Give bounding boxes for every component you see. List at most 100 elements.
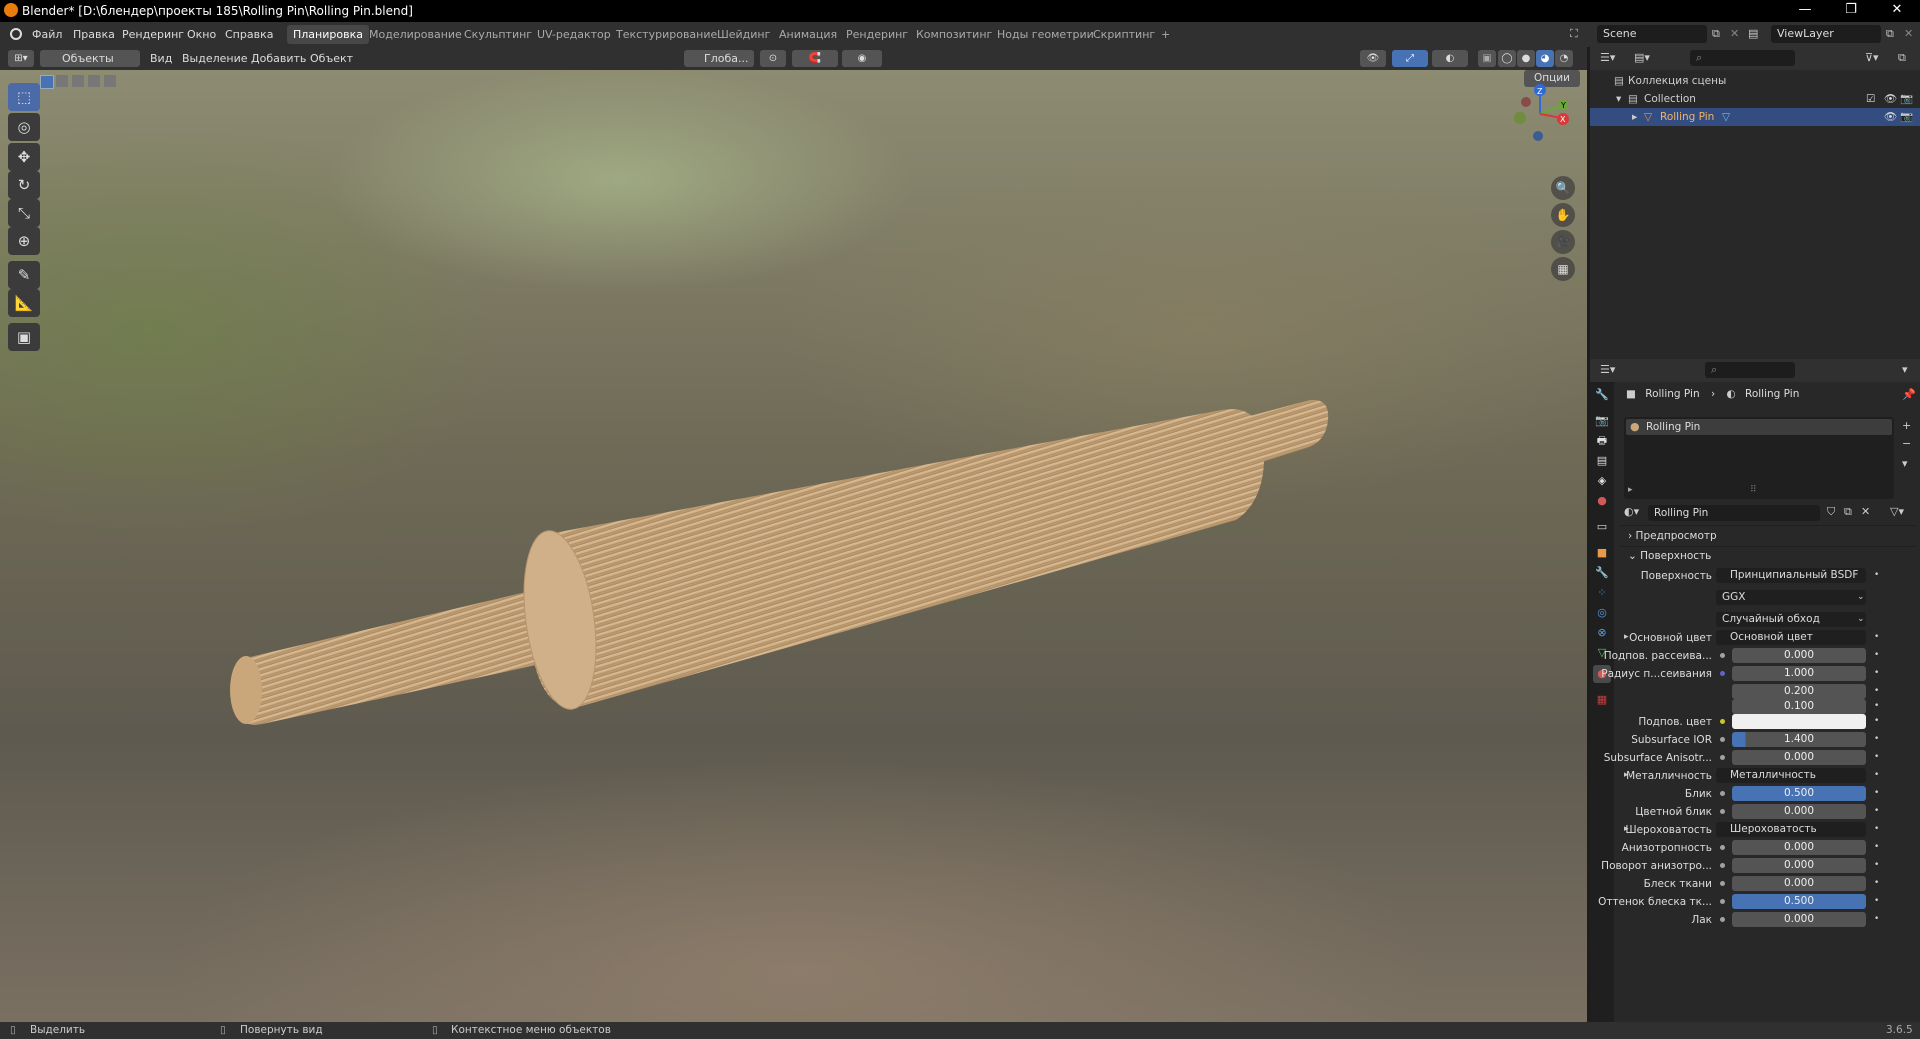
collapse-arrow-icon[interactable]: ▾ xyxy=(1616,90,1621,108)
color-swatch[interactable] xyxy=(1732,714,1866,729)
modifier-tab-icon[interactable]: 🔧 xyxy=(1593,564,1611,582)
view-layer-selector[interactable]: ViewLayer xyxy=(1771,25,1881,43)
scene-selector[interactable]: Scene xyxy=(1597,25,1707,43)
numeric-field[interactable]: 1.400 xyxy=(1732,732,1866,747)
xray-icon[interactable]: ▣ xyxy=(1478,50,1496,67)
list-expand-icon[interactable]: ▸ xyxy=(1628,485,1633,495)
overlay-toggle-icon[interactable]: ◐ xyxy=(1432,50,1468,67)
solid-shading-icon[interactable]: ● xyxy=(1517,50,1535,67)
tool-tab-icon[interactable]: 🔧 xyxy=(1593,386,1611,404)
keyframe-dot-icon[interactable]: • xyxy=(1874,878,1879,888)
numeric-field[interactable]: 0.000 xyxy=(1732,858,1866,873)
include-checkbox-icon[interactable]: ☑ xyxy=(1866,90,1875,108)
duplicate-material-icon[interactable]: ⧉ xyxy=(1844,505,1852,519)
add-slot-icon[interactable]: + xyxy=(1902,419,1911,432)
restore-button[interactable]: ❐ xyxy=(1828,0,1874,22)
pivot-point-icon[interactable]: ⊙ xyxy=(760,50,786,67)
world-tab-icon[interactable]: ● xyxy=(1593,492,1611,510)
keyframe-dot-icon[interactable]: • xyxy=(1874,806,1879,816)
tab-scripting[interactable]: Скриптинг xyxy=(1087,25,1161,44)
material-browse-icon[interactable]: ◐▾ xyxy=(1624,505,1639,518)
rendered-shading-icon[interactable]: ◔ xyxy=(1555,50,1573,67)
menu-edit[interactable]: Правка xyxy=(73,28,115,41)
keyframe-dot-icon[interactable]: • xyxy=(1874,686,1879,696)
linked-socket-field[interactable]: Принципиальный BSDF xyxy=(1716,568,1866,583)
socket-dot-icon[interactable] xyxy=(1720,881,1725,886)
filter-icon[interactable]: ⊽▾ xyxy=(1865,51,1879,64)
options-chevron-icon[interactable]: ▾ xyxy=(1902,363,1908,376)
linked-socket-field[interactable]: Шероховатость xyxy=(1716,822,1866,837)
new-view-layer-icon[interactable]: ⧉ xyxy=(1886,27,1894,41)
numeric-field[interactable]: 0.000 xyxy=(1732,750,1866,765)
numeric-field[interactable]: 0.200 xyxy=(1732,684,1866,699)
camera-icon[interactable]: 📷 xyxy=(1900,108,1913,126)
mode-selector[interactable]: Объекты xyxy=(40,50,140,67)
socket-dot-icon[interactable] xyxy=(1720,737,1725,742)
keyframe-dot-icon[interactable]: • xyxy=(1874,570,1879,580)
keyframe-dot-icon[interactable]: • xyxy=(1874,668,1879,678)
keyframe-dot-icon[interactable]: • xyxy=(1874,632,1879,642)
tab-rendering[interactable]: Рендеринг xyxy=(840,25,914,44)
numeric-field[interactable]: 0.000 xyxy=(1732,912,1866,927)
object-tab-icon[interactable]: ■ xyxy=(1593,544,1611,562)
dropdown-field[interactable]: Случайный обход xyxy=(1716,612,1866,627)
eye-icon[interactable]: 👁 xyxy=(1884,108,1897,126)
particles-tab-icon[interactable]: ⁘ xyxy=(1593,584,1611,602)
fake-user-shield-icon[interactable]: ⛉ xyxy=(1827,505,1835,519)
dropdown-field[interactable]: GGX xyxy=(1716,590,1866,605)
material-name-field[interactable]: Rolling Pin xyxy=(1648,505,1820,521)
close-button[interactable]: ✕ xyxy=(1874,0,1920,22)
remove-slot-icon[interactable]: − xyxy=(1902,437,1911,450)
menu-window[interactable]: Окно xyxy=(187,28,216,41)
material-slot-row[interactable]: ● Rolling Pin xyxy=(1626,419,1892,435)
tab-layout[interactable]: Планировка xyxy=(287,25,369,44)
eye-icon[interactable]: 👁 xyxy=(1884,90,1897,108)
editor-type-icon[interactable]: ⊞▾ xyxy=(8,50,34,67)
gizmo-toggle-icon[interactable]: ⤢ xyxy=(1392,50,1428,67)
outliner-editor-icon[interactable]: ☰▾ xyxy=(1600,51,1615,64)
keyframe-dot-icon[interactable]: • xyxy=(1874,824,1879,834)
minimize-button[interactable]: — xyxy=(1782,0,1828,22)
menu-help[interactable]: Справка xyxy=(225,28,273,41)
menu-select[interactable]: Выделение xyxy=(182,52,248,65)
keyframe-dot-icon[interactable]: • xyxy=(1874,788,1879,798)
socket-dot-icon[interactable] xyxy=(1720,791,1725,796)
keyframe-dot-icon[interactable]: • xyxy=(1874,716,1879,726)
properties-editor-icon[interactable]: ☰▾ xyxy=(1600,363,1615,376)
numeric-field[interactable]: 0.100 xyxy=(1732,699,1866,714)
socket-dot-icon[interactable] xyxy=(1720,917,1725,922)
constraints-tab-icon[interactable]: ⊗ xyxy=(1593,624,1611,642)
socket-dot-icon[interactable] xyxy=(1720,899,1725,904)
menu-file[interactable]: Файл xyxy=(32,28,62,41)
camera-icon[interactable]: 📷 xyxy=(1900,90,1913,108)
blender-menu-icon[interactable] xyxy=(10,28,22,40)
menu-render[interactable]: Рендеринг xyxy=(122,28,184,41)
slot-menu-chevron-icon[interactable]: ▾ xyxy=(1902,457,1908,470)
rolling-pin-object[interactable] xyxy=(0,70,1587,1022)
outliner-row-collection[interactable]: ▾ ▤ Collection ☑ 👁 📷 xyxy=(1590,90,1920,108)
scene-tab-icon[interactable]: ◈ xyxy=(1593,472,1611,490)
outliner-search-icon[interactable]: ⌕ xyxy=(1690,50,1795,66)
numeric-field[interactable]: 0.000 xyxy=(1732,840,1866,855)
linked-socket-field[interactable]: Металличность xyxy=(1716,768,1866,783)
visibility-icon[interactable]: 👁 xyxy=(1360,50,1386,67)
preview-panel-header[interactable]: › Предпросмотр xyxy=(1628,530,1717,542)
tab-animation[interactable]: Анимация xyxy=(773,25,843,44)
keyframe-dot-icon[interactable]: • xyxy=(1874,896,1879,906)
keyframe-dot-icon[interactable]: • xyxy=(1874,770,1879,780)
transform-orientation-selector[interactable]: Глоба... xyxy=(684,50,754,67)
socket-dot-icon[interactable] xyxy=(1720,755,1725,760)
tab-shading[interactable]: Шейдинг xyxy=(711,25,776,44)
proportional-edit-icon[interactable]: ◉ xyxy=(842,50,882,67)
numeric-field[interactable]: 0.000 xyxy=(1732,876,1866,891)
link-mode-icon[interactable]: ▽▾ xyxy=(1890,505,1904,518)
keyframe-dot-icon[interactable]: • xyxy=(1874,752,1879,762)
3d-viewport[interactable]: Опции ⬚ ◎ ✥ ↻ ⤡ ⊕ ✎ 📐 ▣ Z Y X 🔍 ✋ 🎥 ▦ xyxy=(0,70,1587,1022)
tab-geometry-nodes[interactable]: Ноды геометрии xyxy=(991,25,1100,44)
view-layer-tab-icon[interactable]: ▤ xyxy=(1593,452,1611,470)
physics-tab-icon[interactable]: ◎ xyxy=(1593,604,1611,622)
material-preview-shading-icon[interactable]: ◕ xyxy=(1536,50,1554,67)
new-scene-icon[interactable]: ⧉ xyxy=(1712,27,1720,41)
list-resize-handle-icon[interactable]: ⠿ xyxy=(1750,485,1757,495)
socket-dot-icon[interactable] xyxy=(1720,719,1725,724)
